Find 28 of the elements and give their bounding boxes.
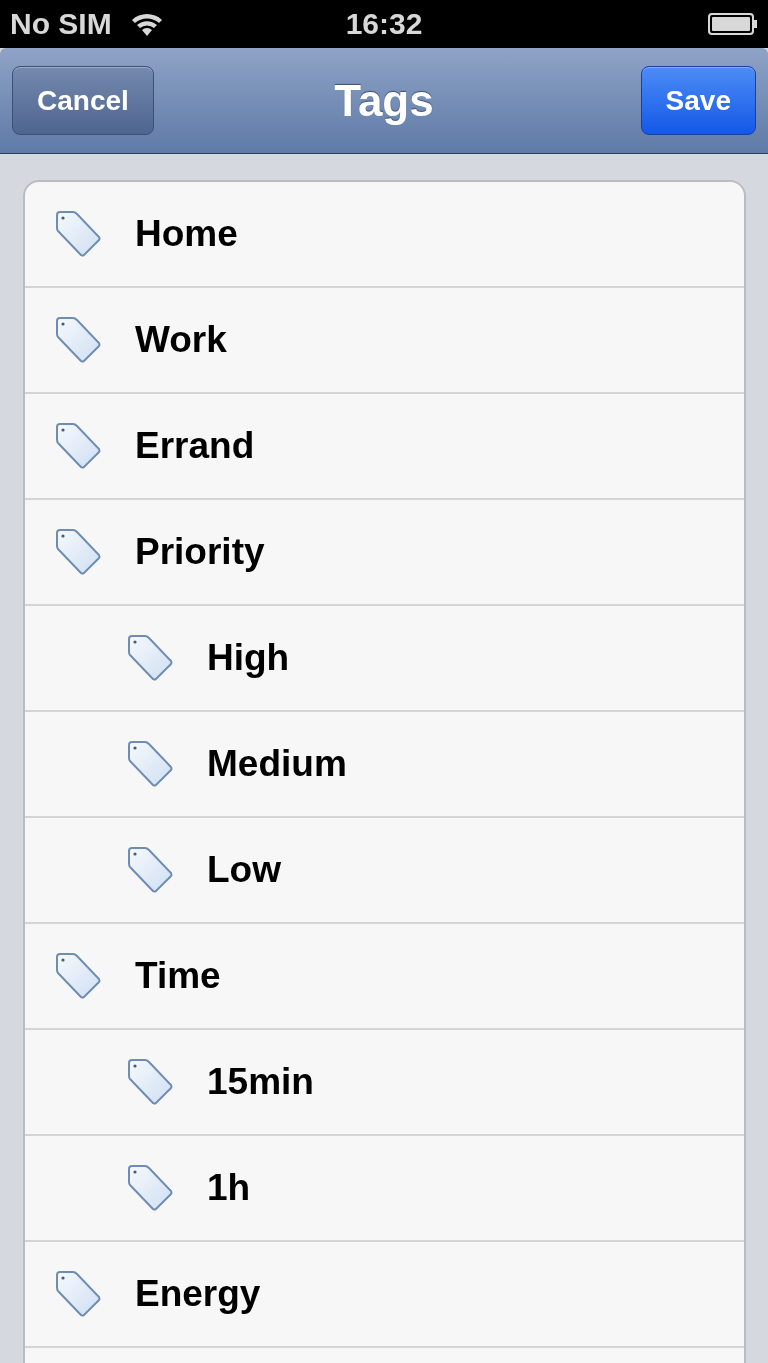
tag-icon	[125, 1057, 175, 1107]
tag-icon	[125, 845, 175, 895]
tag-item[interactable]: Low	[207, 849, 281, 891]
tag-item[interactable]: Work	[135, 319, 227, 361]
tag-icon	[53, 315, 103, 365]
tag-item[interactable]: Medium	[207, 743, 347, 785]
tag-item[interactable]: Errand	[135, 425, 255, 467]
tag-item[interactable]: Home	[135, 213, 238, 255]
tag-item[interactable]: Energy	[135, 1273, 261, 1315]
tag-icon	[125, 633, 175, 683]
tag-item[interactable]: 15min	[207, 1061, 314, 1103]
screen-title: Tags	[334, 75, 434, 126]
cancel-button[interactable]: Cancel	[12, 66, 154, 135]
clock-time: 16:32	[345, 7, 423, 41]
tag-icon	[125, 1163, 175, 1213]
carrier-label: No SIM	[10, 7, 112, 41]
battery-icon	[708, 12, 758, 36]
tag-icon	[53, 951, 103, 1001]
save-button[interactable]: Save	[640, 66, 756, 135]
tag-icon	[125, 739, 175, 789]
tag-item[interactable]: Time	[135, 955, 221, 997]
tag-item[interactable]: High	[207, 637, 290, 679]
tag-item[interactable]: 1h	[207, 1167, 251, 1209]
tag-item[interactable]: Priority	[135, 531, 265, 573]
tag-icon	[53, 1269, 103, 1319]
tag-icon	[53, 421, 103, 471]
tag-icon	[53, 527, 103, 577]
tag-icon	[53, 209, 103, 259]
